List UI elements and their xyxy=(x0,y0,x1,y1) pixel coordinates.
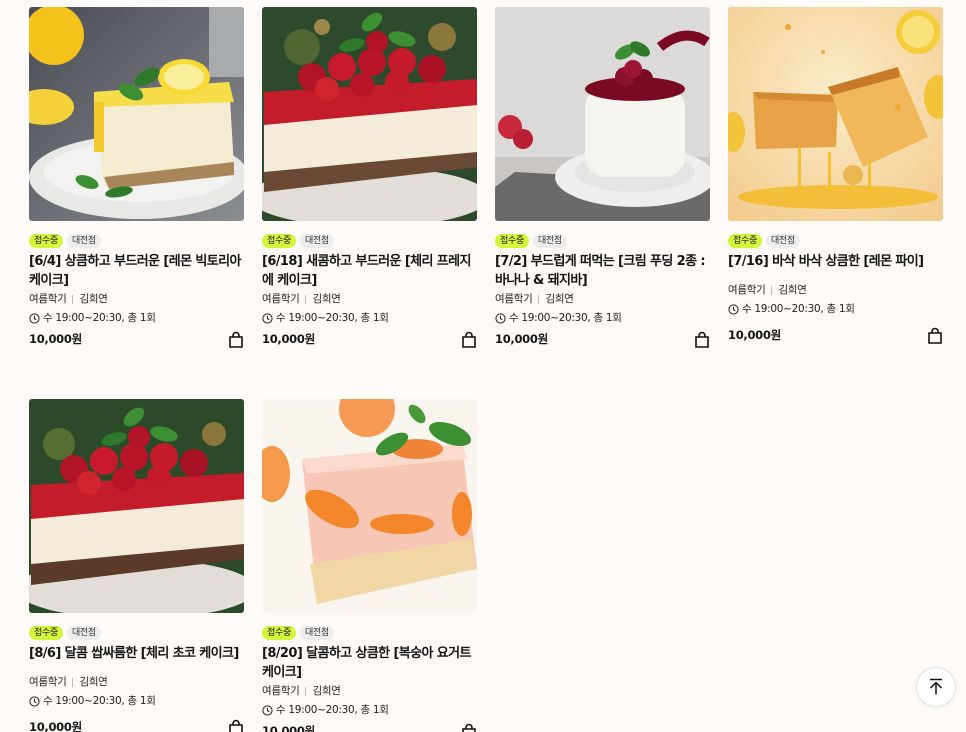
term-label: 여름학기 xyxy=(728,284,766,296)
divider xyxy=(72,295,74,304)
schedule: 수 19:00~20:30, 총 1회 xyxy=(495,311,710,326)
product-meta: 여름학기 김희연 xyxy=(29,675,244,690)
product-meta: 여름학기 김희연 xyxy=(728,283,943,298)
shopping-bag-icon[interactable] xyxy=(228,331,244,348)
product-card[interactable]: 접수중 대전점 [8/20] 달콤하고 상큼한 [복숭아 요거트 케이크] 여름… xyxy=(262,399,477,732)
product-image-cherry-choco-cake[interactable] xyxy=(29,399,244,613)
price-row: 10,000원 xyxy=(29,330,244,348)
schedule-text: 수 19:00~20:30, 총 1회 xyxy=(43,312,156,324)
term-label: 여름학기 xyxy=(262,685,300,697)
price-row: 10,000원 xyxy=(262,330,477,348)
instructor-name: 김희연 xyxy=(778,284,807,296)
term-label: 여름학기 xyxy=(29,676,67,688)
product-title[interactable]: [8/6] 달콤 쌉싸름한 [체리 초코 케이크] xyxy=(29,644,244,673)
divider xyxy=(771,286,773,295)
shopping-bag-icon[interactable] xyxy=(461,331,477,348)
product-meta: 여름학기 김희연 xyxy=(29,292,244,307)
product-image-lemon-victoria-cake[interactable] xyxy=(29,7,244,221)
shopping-bag-icon[interactable] xyxy=(694,331,710,348)
price: 10,000원 xyxy=(262,724,315,732)
schedule: 수 19:00~20:30, 총 1회 xyxy=(262,311,477,326)
branch-badge: 대전점 xyxy=(66,234,101,248)
divider xyxy=(72,678,74,687)
product-meta: 여름학기 김희연 xyxy=(262,684,477,699)
branch-badge: 대전점 xyxy=(765,234,800,248)
branch-badge: 대전점 xyxy=(66,626,101,640)
shopping-bag-icon[interactable] xyxy=(927,327,943,344)
divider xyxy=(305,687,307,696)
instructor-name: 김희연 xyxy=(545,293,574,305)
product-title[interactable]: [7/16] 바삭 바삭 상큼한 [레몬 파이] xyxy=(728,252,943,281)
schedule-text: 수 19:00~20:30, 총 1회 xyxy=(43,695,156,707)
status-badge: 접수중 xyxy=(262,626,296,640)
badge-group: 접수중 대전점 xyxy=(728,234,943,248)
price: 10,000원 xyxy=(29,332,82,346)
price-row: 10,000원 xyxy=(495,330,710,348)
product-card[interactable]: 접수중 대전점 [7/16] 바삭 바삭 상큼한 [레몬 파이] 여름학기 김희… xyxy=(728,7,943,344)
product-card[interactable]: 접수중 대전점 [8/6] 달콤 쌉싸름한 [체리 초코 케이크] 여름학기 김… xyxy=(29,399,244,732)
term-label: 여름학기 xyxy=(495,293,533,305)
badge-group: 접수중 대전점 xyxy=(262,626,477,640)
instructor-name: 김희연 xyxy=(79,676,108,688)
badge-group: 접수중 대전점 xyxy=(29,626,244,640)
shopping-bag-icon[interactable] xyxy=(228,719,244,732)
product-image-lemon-pie[interactable] xyxy=(728,7,943,221)
badge-group: 접수중 대전점 xyxy=(29,234,244,248)
product-card[interactable]: 접수중 대전점 [6/4] 상큼하고 부드러운 [레몬 빅토리아 케이크] 여름… xyxy=(29,7,244,348)
price-row: 10,000원 xyxy=(29,718,244,732)
schedule-text: 수 19:00~20:30, 총 1회 xyxy=(276,312,389,324)
clock-icon xyxy=(29,696,40,707)
clock-icon xyxy=(495,313,506,324)
product-image-cherry-fraisier-cake[interactable] xyxy=(262,7,477,221)
schedule: 수 19:00~20:30, 총 1회 xyxy=(29,311,244,326)
status-badge: 접수중 xyxy=(262,234,296,248)
term-label: 여름학기 xyxy=(29,293,67,305)
status-badge: 접수중 xyxy=(495,234,529,248)
schedule: 수 19:00~20:30, 총 1회 xyxy=(262,703,477,718)
instructor-name: 김희연 xyxy=(79,293,108,305)
status-badge: 접수중 xyxy=(29,626,63,640)
product-title[interactable]: [7/2] 부드럽게 떠먹는 [크림 푸딩 2종 : 바나나 & 돼지바] xyxy=(495,252,710,290)
schedule: 수 19:00~20:30, 총 1회 xyxy=(728,302,943,317)
price: 10,000원 xyxy=(495,332,548,346)
status-badge: 접수중 xyxy=(29,234,63,248)
clock-icon xyxy=(728,304,739,315)
product-image-peach-yogurt-cake[interactable] xyxy=(262,399,477,613)
arrow-up-to-top-icon xyxy=(929,678,943,695)
product-meta: 여름학기 김희연 xyxy=(495,292,710,307)
schedule-text: 수 19:00~20:30, 총 1회 xyxy=(509,312,622,324)
schedule-text: 수 19:00~20:30, 총 1회 xyxy=(276,704,389,716)
term-label: 여름학기 xyxy=(262,293,300,305)
status-badge: 접수중 xyxy=(728,234,762,248)
badge-group: 접수중 대전점 xyxy=(262,234,477,248)
product-title[interactable]: [6/18] 새콤하고 부드러운 [체리 프레지에 케이크] xyxy=(262,252,477,290)
product-title[interactable]: [6/4] 상큼하고 부드러운 [레몬 빅토리아 케이크] xyxy=(29,252,244,290)
clock-icon xyxy=(29,313,40,324)
product-title[interactable]: [8/20] 달콤하고 상큼한 [복숭아 요거트 케이크] xyxy=(262,644,477,682)
product-image-cream-pudding[interactable] xyxy=(495,7,710,221)
price: 10,000원 xyxy=(29,720,82,732)
branch-badge: 대전점 xyxy=(299,234,334,248)
branch-badge: 대전점 xyxy=(299,626,334,640)
product-card[interactable]: 접수중 대전점 [6/18] 새콤하고 부드러운 [체리 프레지에 케이크] 여… xyxy=(262,7,477,348)
product-meta: 여름학기 김희연 xyxy=(262,292,477,307)
instructor-name: 김희연 xyxy=(312,685,341,697)
price: 10,000원 xyxy=(262,332,315,346)
shopping-bag-icon[interactable] xyxy=(461,723,477,732)
price: 10,000원 xyxy=(728,328,781,342)
clock-icon xyxy=(262,705,273,716)
divider xyxy=(538,295,540,304)
divider xyxy=(305,295,307,304)
schedule-text: 수 19:00~20:30, 총 1회 xyxy=(742,303,855,315)
schedule: 수 19:00~20:30, 총 1회 xyxy=(29,694,244,709)
clock-icon xyxy=(262,313,273,324)
scroll-to-top-button[interactable] xyxy=(916,667,956,707)
product-card[interactable]: 접수중 대전점 [7/2] 부드럽게 떠먹는 [크림 푸딩 2종 : 바나나 &… xyxy=(495,7,710,348)
badge-group: 접수중 대전점 xyxy=(495,234,710,248)
price-row: 10,000원 xyxy=(262,722,477,732)
instructor-name: 김희연 xyxy=(312,293,341,305)
branch-badge: 대전점 xyxy=(532,234,567,248)
price-row: 10,000원 xyxy=(728,326,943,344)
